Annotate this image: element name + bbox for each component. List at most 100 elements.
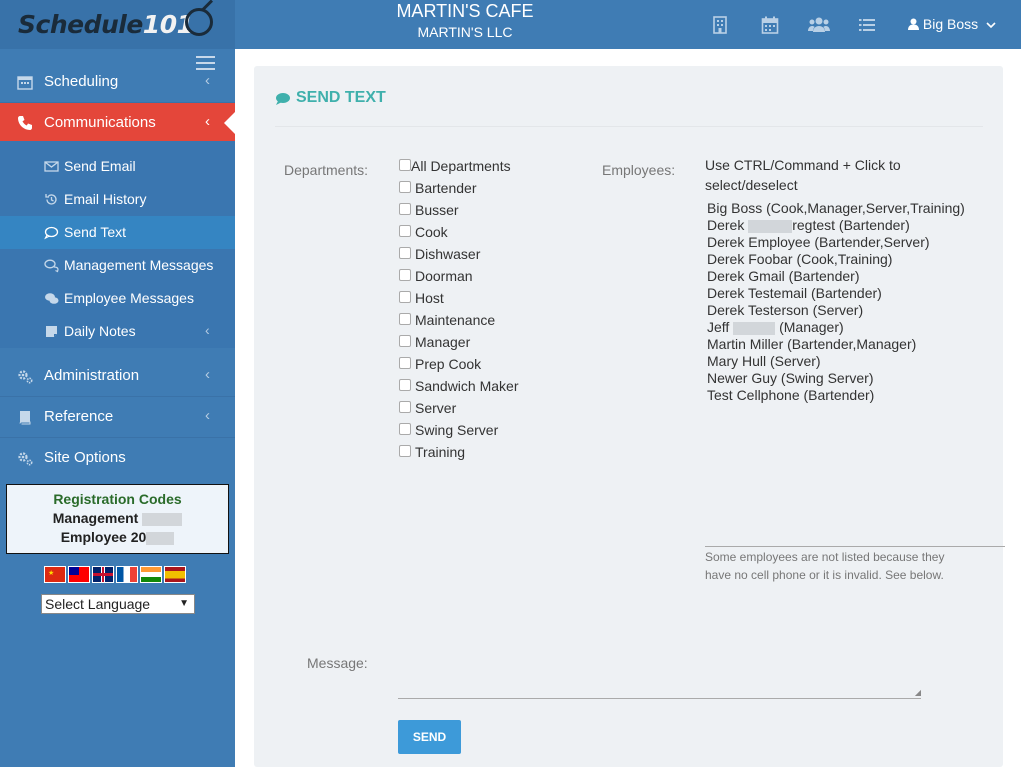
employee-option[interactable]: Martin Miller (Bartender,Manager) [707,336,916,353]
uk-flag[interactable] [92,566,114,583]
divider [275,126,983,127]
chevron-left-icon: ‹ [205,407,210,424]
checkbox[interactable] [399,159,411,171]
employee-option[interactable]: Big Boss (Cook,Manager,Server,Training) [707,200,965,217]
message-textarea[interactable]: ◢ [398,650,921,699]
employee-roles: (Manager) [775,319,844,335]
sidebar-subitem-label: Employee Messages [64,290,194,306]
employee-option[interactable]: Newer Guy (Swing Server) [707,370,874,387]
checkbox[interactable] [399,379,411,391]
employee-option[interactable]: Derek Gmail (Bartender) [707,268,860,285]
resize-grip-icon[interactable]: ◢ [915,688,921,697]
checkbox[interactable] [399,335,411,347]
department-label: Host [415,290,444,306]
chevron-left-icon: ‹ [205,322,210,338]
employee-option[interactable]: Derek Employee (Bartender,Server) [707,234,930,251]
calendar-icon[interactable] [761,16,779,34]
sidebar-subitem-label: Send Text [64,224,127,240]
envelope-icon [44,161,59,172]
language-flags: ★ [44,566,194,584]
sidebar-item-administration[interactable]: Administration ‹ [0,356,235,396]
comments-icon [45,293,59,304]
comment-icon [276,93,290,105]
employee-option[interactable]: Jeff (Manager) [707,319,844,336]
checkbox[interactable] [399,423,411,435]
sidebar-subitem-employee-messages[interactable]: Employee Messages [0,282,235,315]
employee-name: Derek Employee (Bartender,Server) [707,234,930,250]
employee-name: Derek Testemail (Bartender) [707,285,882,301]
checkbox[interactable] [399,225,411,237]
comment-icon [44,226,59,240]
department-label: Busser [415,202,459,218]
department-label: Server [415,400,457,416]
gears-icon [18,452,33,466]
employee-name: Derek Gmail (Bartender) [707,268,860,284]
language-select[interactable]: Select Language ▼ [41,594,195,614]
india-flag[interactable] [140,566,162,583]
users-icon[interactable] [808,16,830,34]
active-pointer-icon [224,111,236,135]
department-label: All Departments [411,158,511,174]
france-flag[interactable] [116,566,138,583]
redacted-text [748,219,793,233]
employee-name: Martin Miller (Bartender,Manager) [707,336,917,352]
list-icon[interactable] [858,16,876,34]
employee-option[interactable]: Derek Testemail (Bartender) [707,285,882,302]
chevron-left-icon: ‹ [205,113,210,130]
redacted-code [146,531,175,545]
employees-hint: Use CTRL/Command + Click to select/desel… [705,157,901,193]
company-name: MARTIN'S LLC [417,24,513,40]
checkbox[interactable] [399,269,411,281]
checkbox[interactable] [399,401,411,413]
employee-roles: regtest (Bartender) [792,217,910,233]
checkbox[interactable] [399,313,411,325]
user-menu[interactable]: Big Boss [908,16,996,32]
send-button[interactable]: SEND [398,720,461,754]
employees-select[interactable]: Big Boss (Cook,Manager,Server,Training) D… [705,199,1005,547]
sidebar-subitem-email-history[interactable]: Email History [0,183,235,216]
checkbox[interactable] [399,181,411,193]
checkbox[interactable] [399,445,411,457]
sidebar-subitem-send-text[interactable]: Send Text [0,216,235,249]
sidebar-subitem-label: Email History [64,191,147,207]
redacted-text [733,321,776,335]
employee-code: Employee 20 [7,529,228,545]
departments-label: Departments: [284,162,369,178]
sidebar-item-reference[interactable]: Reference ‹ [0,397,235,437]
page-title: SEND TEXT [296,89,386,106]
checkbox[interactable] [399,357,411,369]
spain-flag[interactable] [164,566,186,583]
sidebar-subitem-send-email[interactable]: Send Email [0,150,235,183]
dropdown-arrow-icon: ▼ [179,598,189,609]
employee-option[interactable]: Derek regtest (Bartender) [707,217,910,234]
employee-option[interactable]: Derek Foobar (Cook,Training) [707,251,892,268]
sidebar-item-site-options[interactable]: Site Options [0,438,235,478]
employees-note: Some employees are not listed because th… [705,550,945,582]
checkbox[interactable] [399,203,411,215]
employee-name: Big Boss (Cook,Manager,Server,Training) [707,200,965,216]
department-label: Bartender [415,180,477,196]
department-label: Swing Server [415,422,499,438]
sidebar-item-communications[interactable]: Communications ‹ [0,103,236,143]
sidebar-subitem-daily-notes[interactable]: Daily Notes ‹ [0,315,235,348]
logo[interactable]: Schedule101 [0,0,235,49]
employee-option[interactable]: Mary Hull (Server) [707,353,821,370]
sidebar-subitem-management-messages[interactable]: Management Messages [0,249,235,282]
checkbox[interactable] [399,247,411,259]
redacted-code [142,512,183,526]
employee-name: Derek Testerson (Server) [707,302,864,318]
sidebar-subitem-label: Daily Notes [64,323,136,339]
message-label: Message: [307,655,368,671]
employee-name: Derek Foobar (Cook,Training) [707,251,893,267]
employee-option[interactable]: Derek Testerson (Server) [707,302,863,319]
china-flag[interactable]: ★ [44,566,66,583]
employee-option[interactable]: Test Cellphone (Bartender) [707,387,874,404]
user-name: Big Boss [922,16,979,32]
building-icon[interactable] [711,16,729,34]
taiwan-flag[interactable] [68,566,90,583]
gears-icon [18,370,33,384]
checkbox[interactable] [399,291,411,303]
sidebar-item-label: Administration [44,367,140,384]
sidebar-item-scheduling[interactable]: Scheduling ‹ [0,62,235,102]
phone-icon [18,116,32,130]
